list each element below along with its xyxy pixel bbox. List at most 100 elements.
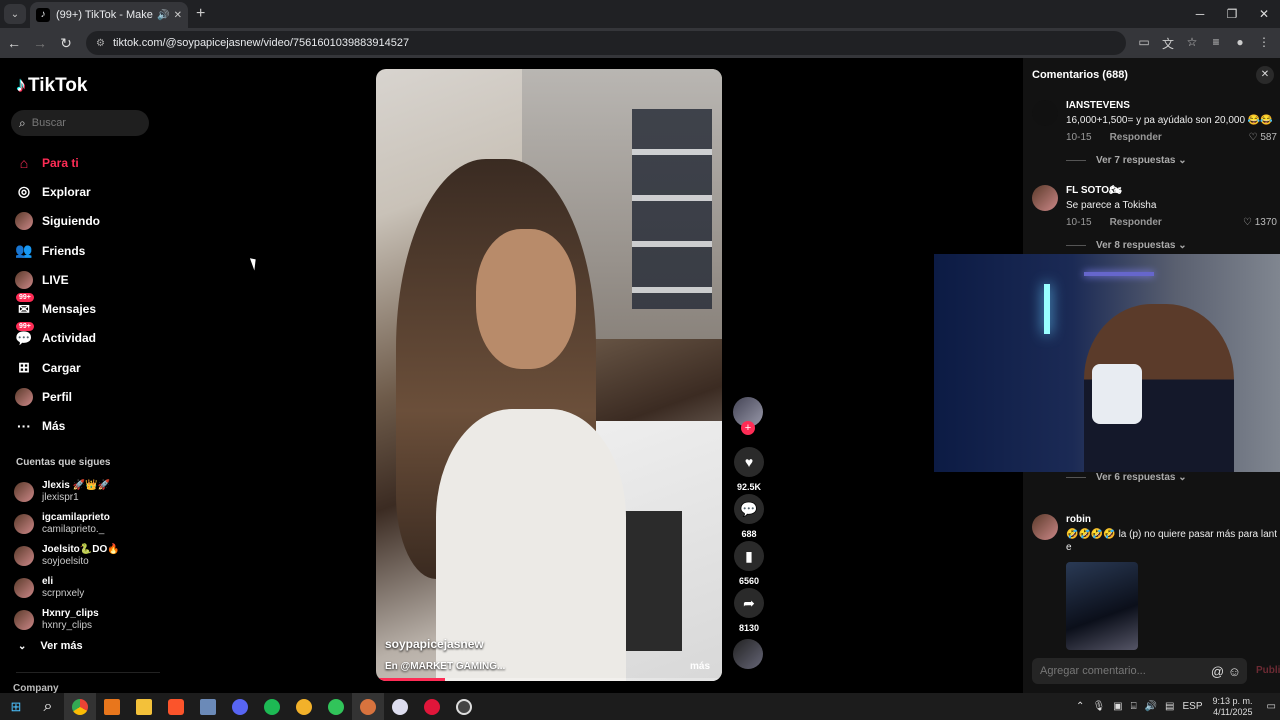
opera-icon[interactable] xyxy=(416,693,448,720)
app-icon[interactable] xyxy=(96,693,128,720)
following-list: Jlexis 🚀👑🚀 jlexispr1 igcamilaprieto camila… xyxy=(14,476,120,636)
steam-icon[interactable] xyxy=(384,693,416,720)
comment-user[interactable]: robin xyxy=(1066,514,1277,525)
nav-friends[interactable]: 👥 Friends xyxy=(14,236,100,265)
save-action[interactable]: ▮ 6560 xyxy=(733,541,765,588)
brave-icon[interactable] xyxy=(160,693,192,720)
following-item[interactable]: Joelsito🐍DO🔥 soyjoelsito xyxy=(14,540,120,572)
discord-icon[interactable] xyxy=(224,693,256,720)
video-location[interactable]: En @MARKET GAMING... xyxy=(385,661,505,672)
comment-icon[interactable]: 💬 xyxy=(734,494,764,524)
nav-cargar[interactable]: ⊞ Cargar xyxy=(14,353,100,382)
volume-icon[interactable]: 🔊 xyxy=(1145,701,1157,712)
mention-icon[interactable]: @ xyxy=(1211,664,1224,679)
main-nav: ⌂ Para ti ◎ Explorar Siguiendo 👥 Friends LI… xyxy=(14,148,100,441)
obs-icon[interactable] xyxy=(448,693,480,720)
app-icon[interactable] xyxy=(352,693,384,720)
share-icon[interactable]: ➦ xyxy=(734,588,764,618)
bookmark-star-icon[interactable]: ☆ xyxy=(1180,35,1204,52)
comment-user[interactable]: IANSTEVENS xyxy=(1066,100,1277,111)
translate-icon[interactable]: 文 xyxy=(1156,35,1180,52)
minimize-button[interactable]: ─ xyxy=(1184,0,1216,28)
avatar[interactable] xyxy=(1032,185,1058,211)
nav-explorar[interactable]: ◎ Explorar xyxy=(14,177,100,206)
view-replies-button[interactable]: Ver 7 respuestas ⌄ xyxy=(1066,155,1277,166)
see-more-button[interactable]: ⌄ Ver más xyxy=(18,640,83,652)
avatar[interactable] xyxy=(1032,514,1058,540)
close-icon[interactable]: ✕ xyxy=(1256,66,1274,84)
tab-search-dropdown[interactable]: ⌄ xyxy=(4,4,26,24)
restore-button[interactable]: ❐ xyxy=(1216,0,1248,28)
network-icon[interactable]: ⌸ xyxy=(1131,701,1137,712)
comment-action[interactable]: 💬 688 xyxy=(733,494,765,541)
comment-like-button[interactable]: ♡ 587 xyxy=(1249,132,1277,143)
comment-image[interactable] xyxy=(1066,562,1138,650)
reply-button[interactable]: Responder xyxy=(1110,217,1162,228)
music-disc-icon[interactable] xyxy=(733,639,763,669)
follow-plus-icon[interactable]: + xyxy=(741,421,755,435)
nav-actividad[interactable]: 💬 99+ Actividad xyxy=(14,322,100,353)
app-icon[interactable] xyxy=(320,693,352,720)
search-input[interactable]: ⌕ Buscar xyxy=(11,110,149,136)
following-item[interactable]: Hxnry_clips hxnry_clips xyxy=(14,604,120,636)
nav-mensajes[interactable]: ✉ 99+ Mensajes xyxy=(14,293,100,323)
spotify-icon[interactable] xyxy=(256,693,288,720)
post-button[interactable]: Publicar xyxy=(1256,665,1280,676)
view-replies-button[interactable]: Ver 6 respuestas ⌄ xyxy=(1066,472,1277,483)
view-replies-button[interactable]: Ver 8 respuestas ⌄ xyxy=(1066,240,1277,251)
tray-app-icon[interactable]: ▣ xyxy=(1113,701,1122,712)
menu-kebab-icon[interactable]: ⋮ xyxy=(1252,35,1276,52)
comment-user[interactable]: FL SOTO🏍 xyxy=(1066,185,1277,196)
following-item[interactable]: Jlexis 🚀👑🚀 jlexispr1 xyxy=(14,476,120,508)
site-info-icon[interactable]: ⚙ xyxy=(96,38,105,49)
forward-button[interactable]: → xyxy=(28,35,52,51)
cast-icon[interactable]: ▭ xyxy=(1132,35,1156,52)
chrome-icon[interactable] xyxy=(64,693,96,720)
reload-button[interactable]: ↻ xyxy=(54,35,78,52)
mic-icon[interactable]: 🎙 xyxy=(1092,701,1105,712)
browser-tab[interactable]: ♪ (99+) TikTok - Make Your Day 🔊 ✕ xyxy=(30,2,188,28)
close-tab-icon[interactable]: ✕ xyxy=(174,10,182,21)
view-replies-label: Ver 7 respuestas xyxy=(1096,155,1176,166)
video-progress-fill xyxy=(376,678,446,681)
notification-icon[interactable]: ▭ xyxy=(1267,701,1276,712)
comment-like-button[interactable]: ♡ 1370 xyxy=(1243,217,1277,228)
media-icon[interactable]: ≡ xyxy=(1204,35,1228,52)
video-author[interactable]: soypapicejasnew xyxy=(385,637,484,651)
video-more-link[interactable]: más xyxy=(690,661,710,672)
chevron-up-icon[interactable]: ⌃ xyxy=(1076,701,1084,712)
windows-start-icon[interactable]: ⊞ xyxy=(0,699,32,715)
language-indicator[interactable]: ESP xyxy=(1183,701,1203,712)
nav-live[interactable]: LIVE xyxy=(14,265,100,294)
emoji-icon[interactable]: ☺ xyxy=(1228,664,1241,679)
comment-input[interactable]: Agregar comentario... @ ☺ xyxy=(1032,658,1247,684)
new-tab-button[interactable]: + xyxy=(196,5,205,23)
video-player[interactable]: soypapicejasnew En @MARKET GAMING... más xyxy=(376,69,722,681)
reply-button[interactable]: Responder xyxy=(1110,132,1162,143)
tiktok-logo[interactable]: ♪ TikTok xyxy=(16,74,87,97)
calculator-icon[interactable] xyxy=(192,693,224,720)
chrome-canary-icon[interactable] xyxy=(288,693,320,720)
following-item[interactable]: eli scrpnxely xyxy=(14,572,120,604)
speaker-icon[interactable]: 🔊 xyxy=(157,10,169,21)
folder-icon[interactable] xyxy=(128,693,160,720)
following-item[interactable]: igcamilaprieto camilaprieto._ xyxy=(14,508,120,540)
tray-app-icon[interactable]: ▤ xyxy=(1165,701,1174,712)
search-icon[interactable]: ⌕ xyxy=(32,693,64,720)
back-button[interactable]: ← xyxy=(2,35,26,51)
avatar[interactable] xyxy=(1032,100,1058,126)
profile-avatar-icon[interactable]: ● xyxy=(1228,35,1252,52)
heart-icon[interactable]: ♥ xyxy=(734,447,764,477)
close-window-button[interactable]: ✕ xyxy=(1248,0,1280,28)
url-field[interactable]: ⚙ tiktok.com/@soypapicejasnew/video/7561… xyxy=(86,31,1126,55)
share-action[interactable]: ➦ 8130 xyxy=(733,588,765,635)
like-action[interactable]: ♥ 92.5K xyxy=(733,447,765,494)
bookmark-icon[interactable]: ▮ xyxy=(734,541,764,571)
video-progress-bar[interactable] xyxy=(376,678,722,681)
creator-avatar[interactable]: + xyxy=(733,397,763,435)
nav-perfil[interactable]: Perfil xyxy=(14,382,100,411)
nav-para-ti[interactable]: ⌂ Para ti xyxy=(14,148,100,177)
nav-siguiendo[interactable]: Siguiendo xyxy=(14,207,100,236)
clock[interactable]: 9:13 p. m. 4/11/2025 xyxy=(1213,696,1253,718)
nav-mas[interactable]: ··· Más xyxy=(14,412,100,441)
